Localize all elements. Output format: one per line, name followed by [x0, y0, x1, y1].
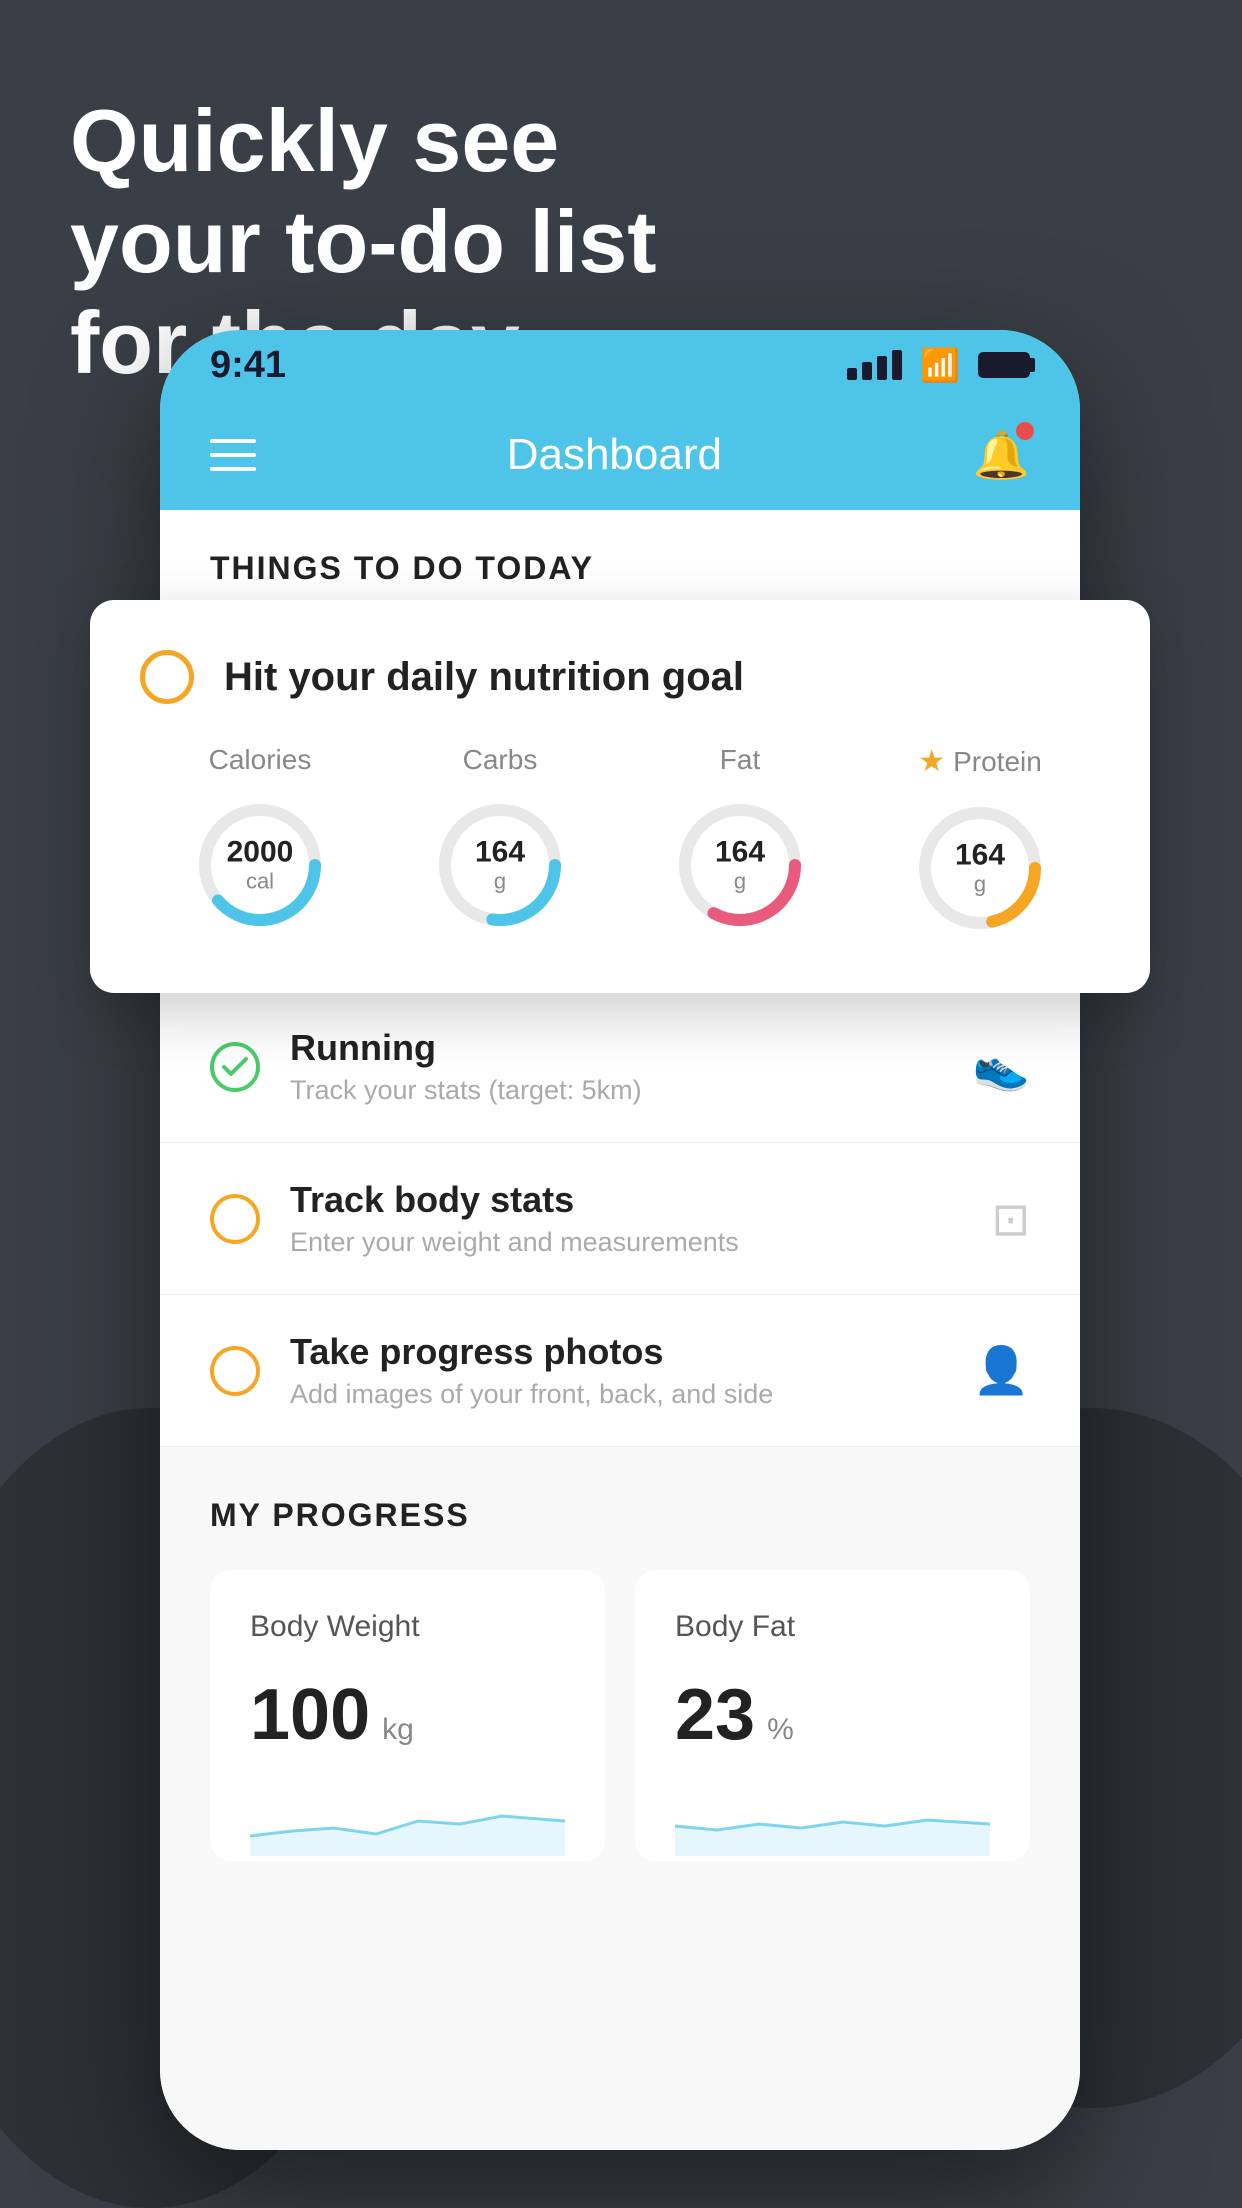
battery-icon: [978, 352, 1030, 378]
body-stats-item-text: Track body stats Enter your weight and m…: [290, 1179, 961, 1258]
fat-donut-text: 164 g: [715, 836, 765, 895]
body-weight-unit: kg: [382, 1713, 414, 1747]
fat-unit: g: [715, 869, 765, 895]
scale-icon: ⊡: [991, 1192, 1030, 1246]
protein-donut: 164 g: [905, 793, 1055, 943]
signal-bar-4: [892, 350, 902, 380]
calories-value: 2000: [227, 836, 294, 869]
body-weight-value: 100 kg: [250, 1674, 565, 1756]
notification-bell-icon[interactable]: 🔔: [973, 428, 1030, 483]
notification-dot: [1016, 422, 1034, 440]
protein-value: 164: [955, 839, 1005, 872]
todo-check-yellow-bodystats: [210, 1194, 260, 1244]
status-icons: 📶: [847, 346, 1030, 384]
nutrition-title: Hit your daily nutrition goal: [224, 655, 744, 700]
carbs-unit: g: [475, 869, 525, 895]
todo-check-yellow-photos: [210, 1346, 260, 1396]
body-fat-value: 23 %: [675, 1674, 990, 1756]
calories-metric: Calories 2000 cal: [185, 744, 335, 940]
running-subtitle: Track your stats (target: 5km): [290, 1075, 943, 1106]
nutrition-circle-check: [140, 650, 194, 704]
body-stats-subtitle: Enter your weight and measurements: [290, 1227, 961, 1258]
things-to-do-label: THINGS TO DO TODAY: [210, 550, 594, 586]
protein-metric: ★ Protein 164 g: [905, 744, 1055, 943]
todo-list: Running Track your stats (target: 5km) 👟…: [160, 991, 1080, 1447]
carbs-donut: 164 g: [425, 790, 575, 940]
list-item[interactable]: Track body stats Enter your weight and m…: [160, 1143, 1080, 1295]
body-weight-card: Body Weight 100 kg: [210, 1570, 605, 1861]
protein-label: ★ Protein: [918, 744, 1042, 779]
progress-cards: Body Weight 100 kg Body Fat 23 %: [210, 1570, 1030, 1861]
carbs-value: 164: [475, 836, 525, 869]
hamburger-line-2: [210, 453, 256, 457]
header-title: Dashboard: [507, 430, 722, 480]
todo-check-green: [210, 1042, 260, 1092]
nutrition-metrics: Calories 2000 cal Carbs: [140, 744, 1100, 943]
body-fat-card: Body Fat 23 %: [635, 1570, 1030, 1861]
calories-donut-text: 2000 cal: [227, 836, 294, 895]
protein-donut-text: 164 g: [955, 839, 1005, 898]
progress-photos-title: Take progress photos: [290, 1331, 943, 1373]
calories-label: Calories: [209, 744, 312, 776]
running-item-text: Running Track your stats (target: 5km): [290, 1027, 943, 1106]
nutrition-card: Hit your daily nutrition goal Calories 2…: [90, 600, 1150, 993]
nutrition-card-header: Hit your daily nutrition goal: [140, 650, 1100, 704]
progress-photos-item-text: Take progress photos Add images of your …: [290, 1331, 943, 1410]
body-stats-title: Track body stats: [290, 1179, 961, 1221]
person-icon: 👤: [973, 1343, 1030, 1398]
fat-metric: Fat 164 g: [665, 744, 815, 940]
body-weight-title: Body Weight: [250, 1610, 565, 1644]
progress-photos-subtitle: Add images of your front, back, and side: [290, 1379, 943, 1410]
checkmark-icon: [221, 1056, 249, 1078]
body-fat-title: Body Fat: [675, 1610, 990, 1644]
signal-bar-2: [862, 362, 872, 380]
star-icon: ★: [918, 744, 945, 779]
status-bar: 9:41 📶: [160, 330, 1080, 400]
body-fat-number: 23: [675, 1674, 755, 1756]
protein-unit: g: [955, 872, 1005, 898]
running-icon: 👟: [973, 1039, 1030, 1094]
signal-bars-icon: [847, 350, 902, 380]
calories-donut: 2000 cal: [185, 790, 335, 940]
fat-label: Fat: [720, 744, 760, 776]
calories-unit: cal: [227, 869, 294, 895]
fat-donut: 164 g: [665, 790, 815, 940]
wifi-icon: 📶: [920, 346, 960, 384]
list-item[interactable]: Running Track your stats (target: 5km) 👟: [160, 991, 1080, 1143]
headline-line1: Quickly see: [70, 90, 657, 191]
fat-value: 164: [715, 836, 765, 869]
carbs-label: Carbs: [463, 744, 538, 776]
hamburger-line-3: [210, 467, 256, 471]
body-weight-chart: [250, 1786, 565, 1856]
signal-bar-1: [847, 368, 857, 380]
list-item[interactable]: Take progress photos Add images of your …: [160, 1295, 1080, 1447]
body-fat-chart: [675, 1786, 990, 1856]
my-progress-section: MY PROGRESS Body Weight 100 kg B: [160, 1447, 1080, 1861]
signal-bar-3: [877, 356, 887, 380]
carbs-metric: Carbs 164 g: [425, 744, 575, 940]
hamburger-line-1: [210, 439, 256, 443]
hamburger-menu[interactable]: [210, 439, 256, 471]
body-fat-unit: %: [767, 1713, 794, 1747]
running-title: Running: [290, 1027, 943, 1069]
body-weight-number: 100: [250, 1674, 370, 1756]
carbs-donut-text: 164 g: [475, 836, 525, 895]
status-time: 9:41: [210, 344, 286, 387]
things-to-do-header: THINGS TO DO TODAY: [160, 510, 1080, 607]
headline-line2: your to-do list: [70, 191, 657, 292]
progress-header-label: MY PROGRESS: [210, 1497, 1030, 1534]
app-header: Dashboard 🔔: [160, 400, 1080, 510]
